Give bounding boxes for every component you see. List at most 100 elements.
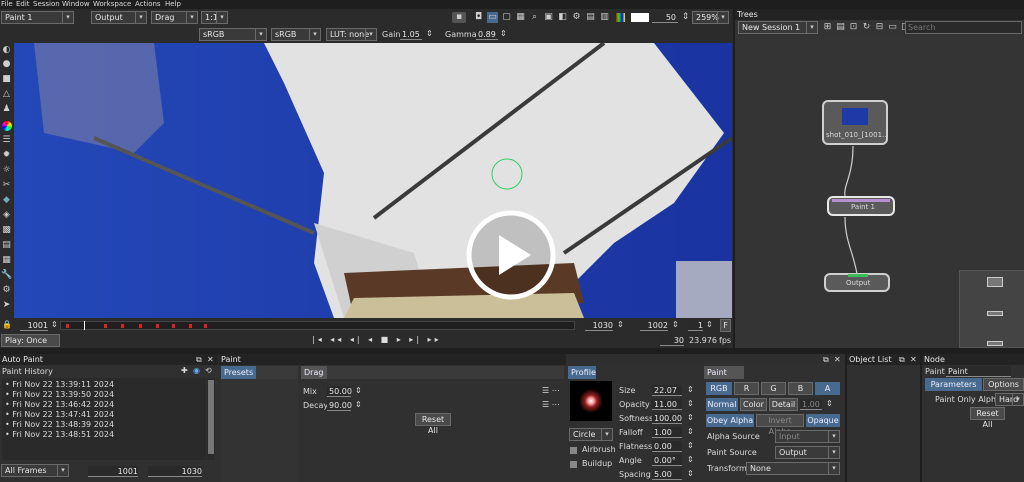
clone-icon[interactable]: ♟ — [1, 104, 12, 115]
menu-window[interactable]: Window — [62, 0, 90, 9]
channel-a-button[interactable]: A — [815, 382, 840, 395]
alpha-source-select[interactable]: Input ▾ — [775, 430, 840, 443]
falloff-field[interactable]: 1.00 — [652, 427, 682, 438]
opacity-stepper-icon[interactable]: ⇕ — [687, 399, 694, 408]
softness-field[interactable]: 100.00 — [652, 413, 682, 424]
fullscreen-button[interactable]: F — [720, 319, 731, 332]
lut-select[interactable]: LUT: none ▾ — [326, 28, 377, 41]
wrench-icon[interactable]: 🔧 — [1, 270, 12, 281]
detail-field[interactable]: 1.00 — [800, 399, 822, 410]
frame-field[interactable]: 50 — [652, 12, 678, 23]
tree-tool-icon-6[interactable]: ▭ — [887, 22, 898, 33]
gamma-stepper-icon[interactable]: ⇕ — [500, 29, 507, 38]
opacity-field[interactable]: 11.00 — [652, 399, 682, 410]
decay-field[interactable]: 90.00 — [327, 400, 352, 411]
options-tab[interactable]: Options — [983, 378, 1024, 391]
tree-tool-icon-3[interactable]: ⊡ — [848, 22, 859, 33]
history-entry[interactable]: • Fri Nov 22 13:39:50 2024 — [5, 390, 114, 399]
channel-rgb-button[interactable]: RGB — [706, 382, 732, 395]
opaque-button[interactable]: Opaque — [806, 414, 840, 427]
play-mode-button[interactable]: Play: Once — [1, 334, 60, 347]
eye-icon[interactable]: ◉ — [193, 366, 200, 375]
reset-all-button[interactable]: Reset All — [415, 413, 451, 435]
grid-icon[interactable]: ▦ — [515, 12, 526, 23]
camera-icon[interactable]: ◘ — [473, 12, 484, 23]
drag-tab[interactable]: Drag — [301, 366, 327, 379]
panel-float-icon[interactable]: ⧉ — [899, 355, 905, 365]
mix-field[interactable]: 50.00 — [327, 386, 352, 397]
gain-stepper-icon[interactable]: ⇕ — [426, 29, 433, 38]
output-node[interactable]: Output — [824, 273, 890, 292]
layers-icon[interactable]: ▤ — [585, 12, 596, 23]
frames-select[interactable]: All Frames ▾ — [1, 464, 69, 477]
angle-stepper-icon[interactable]: ⇕ — [687, 455, 694, 464]
current-frame-field[interactable]: 1002 — [640, 320, 668, 331]
triangle-icon[interactable]: △ — [1, 89, 12, 100]
white-swatch-icon[interactable] — [631, 13, 649, 22]
menu-file[interactable]: File — [1, 0, 13, 9]
mode-detail-button[interactable]: Detail — [769, 398, 798, 411]
toggle-icon[interactable]: ▪ — [452, 12, 466, 23]
history-entry[interactable]: • Fri Nov 22 13:39:11 2024 — [5, 380, 114, 389]
to-frame-field[interactable]: 1030 — [148, 466, 202, 477]
split-icon[interactable]: ▣ — [543, 12, 554, 23]
tree-minimap[interactable] — [959, 270, 1024, 348]
step-field[interactable]: 1 — [688, 320, 703, 331]
flatness-field[interactable]: 0.00 — [652, 441, 682, 452]
sliders-icon[interactable]: ☰ — [1, 135, 12, 146]
brush-icon[interactable]: ● — [1, 59, 12, 70]
menu-help[interactable]: Help — [165, 0, 181, 9]
grid-tool-icon[interactable]: ▦ — [1, 255, 12, 266]
mode-normal-button[interactable]: Normal — [706, 398, 738, 411]
playhead[interactable] — [84, 321, 85, 330]
stepper-icon[interactable]: ⇕ — [680, 12, 691, 23]
sun-icon[interactable]: ✹ — [1, 150, 12, 161]
eraser-icon[interactable]: ◆ — [1, 195, 12, 206]
history-entry[interactable]: • Fri Nov 22 13:48:39 2024 — [5, 420, 114, 429]
monitor-icon[interactable]: ▭ — [487, 12, 498, 23]
fps-step-field[interactable]: 30 — [660, 335, 684, 346]
paint-only-alpha-select[interactable]: Hard ▾ — [995, 393, 1024, 406]
current-stepper-icon[interactable]: ⇕ — [672, 320, 679, 329]
session-select[interactable]: New Session 1 ▾ — [738, 21, 818, 34]
color-wheel-icon[interactable] — [2, 121, 12, 131]
transform-select[interactable]: None ▾ — [746, 462, 840, 475]
compare-icon[interactable]: ◧ — [557, 12, 568, 23]
contrast-icon[interactable]: ◐ — [1, 45, 12, 56]
mode-color-button[interactable]: Color — [740, 398, 767, 411]
viewer-canvas[interactable] — [14, 43, 732, 318]
menu-workspace[interactable]: Workspace — [93, 0, 131, 9]
angle-field[interactable]: 0.00° — [652, 455, 682, 466]
falloff-stepper-icon[interactable]: ⇕ — [687, 427, 694, 436]
size-stepper-icon[interactable]: ⇕ — [687, 385, 694, 394]
tree-tool-icon-4[interactable]: ↻ — [861, 22, 872, 33]
history-entry[interactable]: • Fri Nov 22 13:47:41 2024 — [5, 410, 114, 419]
node-name-field[interactable]: Paint — [946, 366, 1011, 377]
detail-stepper-icon[interactable]: ⇕ — [826, 399, 833, 408]
channel-icon[interactable]: ▥ — [599, 12, 610, 23]
smudge-icon[interactable]: ◈ — [1, 210, 12, 221]
gear-icon[interactable]: ⚙ — [571, 12, 582, 23]
node-graph[interactable]: shot_010_[1001... Paint 1 Output — [735, 36, 1024, 348]
history-entry[interactable]: • Fri Nov 22 13:48:51 2024 — [5, 430, 114, 439]
start-stepper-icon[interactable]: ⇕ — [51, 320, 58, 329]
tree-tool-icon-5[interactable]: ⊟ — [874, 22, 885, 33]
paint-settings-tab[interactable]: Paint — [704, 366, 744, 379]
menu-session[interactable]: Session — [33, 0, 60, 9]
output-select[interactable]: Output ▾ — [91, 11, 147, 24]
frame-icon[interactable]: ▢ — [501, 12, 512, 23]
obey-alpha-button[interactable]: Obey Alpha — [706, 414, 754, 427]
color-bars-icon[interactable] — [616, 13, 625, 22]
panel-close-icon[interactable]: ✕ — [207, 355, 214, 364]
size-field[interactable]: 22.07 — [652, 385, 682, 396]
invert-alpha-button[interactable]: Invert Alpha — [756, 414, 804, 436]
settings-tool-icon[interactable]: ⚙ — [1, 285, 12, 296]
from-frame-field[interactable]: 1001 — [88, 466, 138, 477]
gain-field[interactable]: 1.05 — [400, 29, 422, 40]
menu-actions[interactable]: Actions — [135, 0, 161, 9]
node-reset-all-button[interactable]: Reset All — [970, 407, 1005, 429]
source-node[interactable]: shot_010_[1001... — [822, 100, 888, 145]
gamma-field[interactable]: 0.89 — [476, 29, 498, 40]
dodge-icon[interactable]: ☼ — [1, 165, 12, 176]
transport-controls[interactable]: |◂ ◂◂ ◂| ◂ ■ ▸ ▸| ▸▸ — [312, 335, 442, 344]
